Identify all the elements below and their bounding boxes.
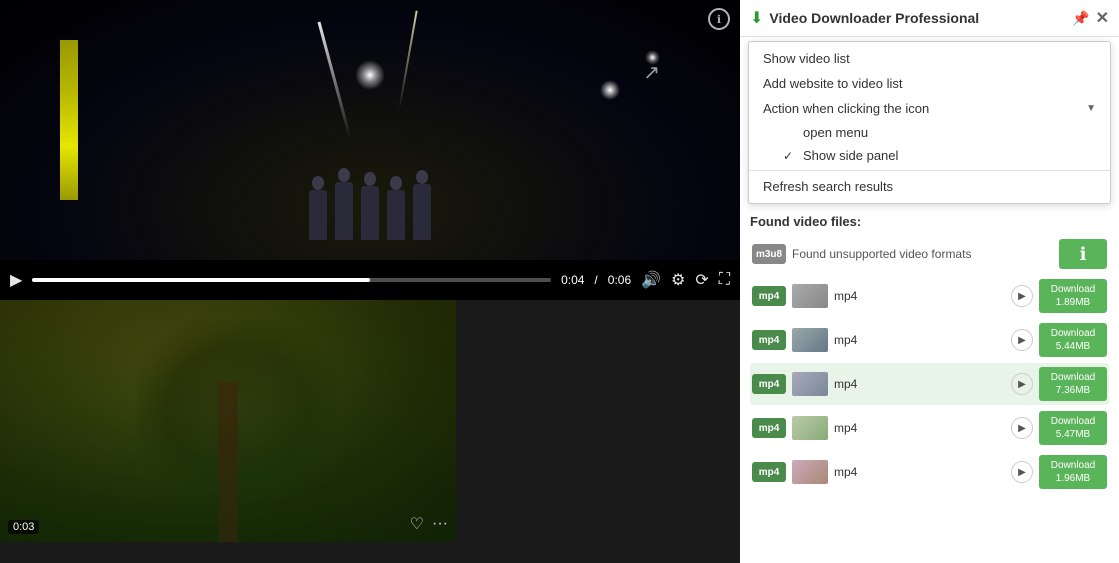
arrow-indicator: ↗ xyxy=(643,60,660,85)
performer-3 xyxy=(361,186,379,240)
show-video-list-item[interactable]: Show video list xyxy=(749,46,1110,71)
main-video-player: ↗ ℹ ▶ 0:04 / 0:06 🔊 ⚙ ⟳ ⛶ xyxy=(0,0,740,300)
download-btn-5[interactable]: Download1.96MB xyxy=(1039,455,1107,489)
right-panel: ⬇ Video Downloader Professional 📌 ✕ Show… xyxy=(740,0,1119,563)
stage-right-light xyxy=(600,80,620,100)
play-preview-btn-5[interactable]: ▶ xyxy=(1011,461,1033,483)
open-menu-item[interactable]: open menu xyxy=(769,121,1110,144)
thumb-preview-5 xyxy=(792,460,828,484)
thumb-preview-1 xyxy=(792,284,828,308)
video-row-mp4-5: mp4 mp4 ▶ Download1.96MB xyxy=(750,451,1109,493)
format-badge-mp4-3: mp4 xyxy=(752,374,786,394)
panel-logo-icon: ⬇ xyxy=(750,8,763,28)
video-label-2: mp4 xyxy=(834,333,1005,347)
unsupported-label: Found unsupported video formats xyxy=(792,247,1053,261)
stage-center-light xyxy=(355,60,385,90)
submenu-section: open menu ✓ Show side panel xyxy=(749,121,1110,167)
add-website-label: Add website to video list xyxy=(763,76,902,91)
video-content: ↗ ℹ xyxy=(0,0,740,260)
loop-button[interactable]: ⟳ xyxy=(695,270,708,290)
badge-label-mp4-2: mp4 xyxy=(759,335,780,346)
open-menu-label: open menu xyxy=(803,125,868,140)
performer-4 xyxy=(387,190,405,240)
pin-button[interactable]: 📌 xyxy=(1072,10,1089,27)
submenu-arrow-icon: ▼ xyxy=(1086,103,1096,114)
found-header: Found video files: xyxy=(750,214,1109,229)
play-preview-btn-3[interactable]: ▶ xyxy=(1011,373,1033,395)
download-btn-3[interactable]: Download7.36MB xyxy=(1039,367,1107,401)
nature-video-thumb[interactable]: 0:03 ♡ ··· xyxy=(0,300,456,542)
add-website-item[interactable]: Add website to video list xyxy=(749,71,1110,96)
panel-title: Video Downloader Professional xyxy=(769,10,1066,26)
download-btn-2[interactable]: Download5.44MB xyxy=(1039,323,1107,357)
time-display: 0:04 xyxy=(561,273,584,287)
refresh-label: Refresh search results xyxy=(763,179,893,194)
performer-2 xyxy=(335,182,353,240)
side-panel-checkmark: ✓ xyxy=(783,149,797,163)
play-pause-button[interactable]: ▶ xyxy=(10,270,22,290)
menu-divider xyxy=(749,170,1110,171)
badge-label-m3u8: m3u8 xyxy=(756,249,782,260)
progress-fill xyxy=(32,278,369,282)
play-preview-btn-1[interactable]: ▶ xyxy=(1011,285,1033,307)
thumb-preview-4 xyxy=(792,416,828,440)
format-badge-m3u8: m3u8 xyxy=(752,244,786,264)
video-label-5: mp4 xyxy=(834,465,1005,479)
video-thumbnails: 0:03 ♡ ··· xyxy=(0,300,740,563)
badge-label-mp4-5: mp4 xyxy=(759,467,780,478)
progress-bar[interactable] xyxy=(32,278,551,282)
format-badge-mp4-5: mp4 xyxy=(752,462,786,482)
found-section: Found video files: m3u8 Found unsupporte… xyxy=(740,208,1119,563)
video-label-3: mp4 xyxy=(834,377,1005,391)
download-btn-4[interactable]: Download5.47MB xyxy=(1039,411,1107,445)
video-info-icon[interactable]: ℹ xyxy=(708,8,730,30)
stage-yellow-light xyxy=(60,40,78,200)
badge-label-mp4-3: mp4 xyxy=(759,379,780,390)
play-preview-btn-2[interactable]: ▶ xyxy=(1011,329,1033,351)
m3u8-info-button[interactable]: ℹ xyxy=(1059,239,1107,269)
format-badge-mp4-1: mp4 xyxy=(752,286,786,306)
badge-label-mp4-1: mp4 xyxy=(759,291,780,302)
fullscreen-button[interactable]: ⛶ xyxy=(719,271,730,289)
badge-label-mp4-4: mp4 xyxy=(759,423,780,434)
thumb-timer: 0:03 xyxy=(8,520,39,534)
video-row-mp4-2: mp4 mp4 ▶ Download5.44MB xyxy=(750,319,1109,361)
performer-5 xyxy=(413,184,431,240)
thumb-preview-3 xyxy=(792,372,828,396)
video-label-4: mp4 xyxy=(834,421,1005,435)
thumb-like-button[interactable]: ♡ xyxy=(410,514,424,534)
show-side-panel-item[interactable]: ✓ Show side panel xyxy=(769,144,1110,167)
close-button[interactable]: ✕ xyxy=(1096,8,1109,28)
video-controls: ▶ 0:04 / 0:06 🔊 ⚙ ⟳ ⛶ xyxy=(0,260,740,300)
volume-button[interactable]: 🔊 xyxy=(641,270,661,290)
total-time: 0:06 xyxy=(608,273,631,287)
time-separator: / xyxy=(594,273,597,287)
thumbnail-row: 0:03 ♡ ··· xyxy=(0,300,740,542)
video-row-mp4-1: mp4 mp4 ▶ Download1.89MB xyxy=(750,275,1109,317)
download-btn-1[interactable]: Download1.89MB xyxy=(1039,279,1107,313)
performer-1 xyxy=(309,190,327,240)
thumb-more-button[interactable]: ··· xyxy=(432,515,448,533)
action-menu-item[interactable]: Action when clicking the icon ▼ xyxy=(749,96,1110,121)
vignette xyxy=(0,300,456,542)
play-preview-btn-4[interactable]: ▶ xyxy=(1011,417,1033,439)
video-row-m3u8: m3u8 Found unsupported video formats ℹ xyxy=(750,235,1109,273)
thumb-preview-2 xyxy=(792,328,828,352)
settings-button[interactable]: ⚙ xyxy=(671,270,685,290)
action-label: Action when clicking the icon xyxy=(763,101,929,116)
dropdown-menu: Show video list Add website to video lis… xyxy=(748,41,1111,204)
show-side-panel-label: Show side panel xyxy=(803,148,898,163)
thumb-action-buttons: ♡ ··· xyxy=(410,514,448,534)
format-badge-mp4-4: mp4 xyxy=(752,418,786,438)
video-row-mp4-3: mp4 mp4 ▶ Download7.36MB xyxy=(750,363,1109,405)
refresh-item[interactable]: Refresh search results xyxy=(749,174,1110,199)
show-video-list-label: Show video list xyxy=(763,51,850,66)
video-row-mp4-4: mp4 mp4 ▶ Download5.47MB xyxy=(750,407,1109,449)
panel-header: ⬇ Video Downloader Professional 📌 ✕ xyxy=(740,0,1119,37)
video-area: ↗ ℹ ▶ 0:04 / 0:06 🔊 ⚙ ⟳ ⛶ xyxy=(0,0,740,563)
stage-performers xyxy=(309,182,431,240)
format-badge-mp4-2: mp4 xyxy=(752,330,786,350)
video-label-1: mp4 xyxy=(834,289,1005,303)
